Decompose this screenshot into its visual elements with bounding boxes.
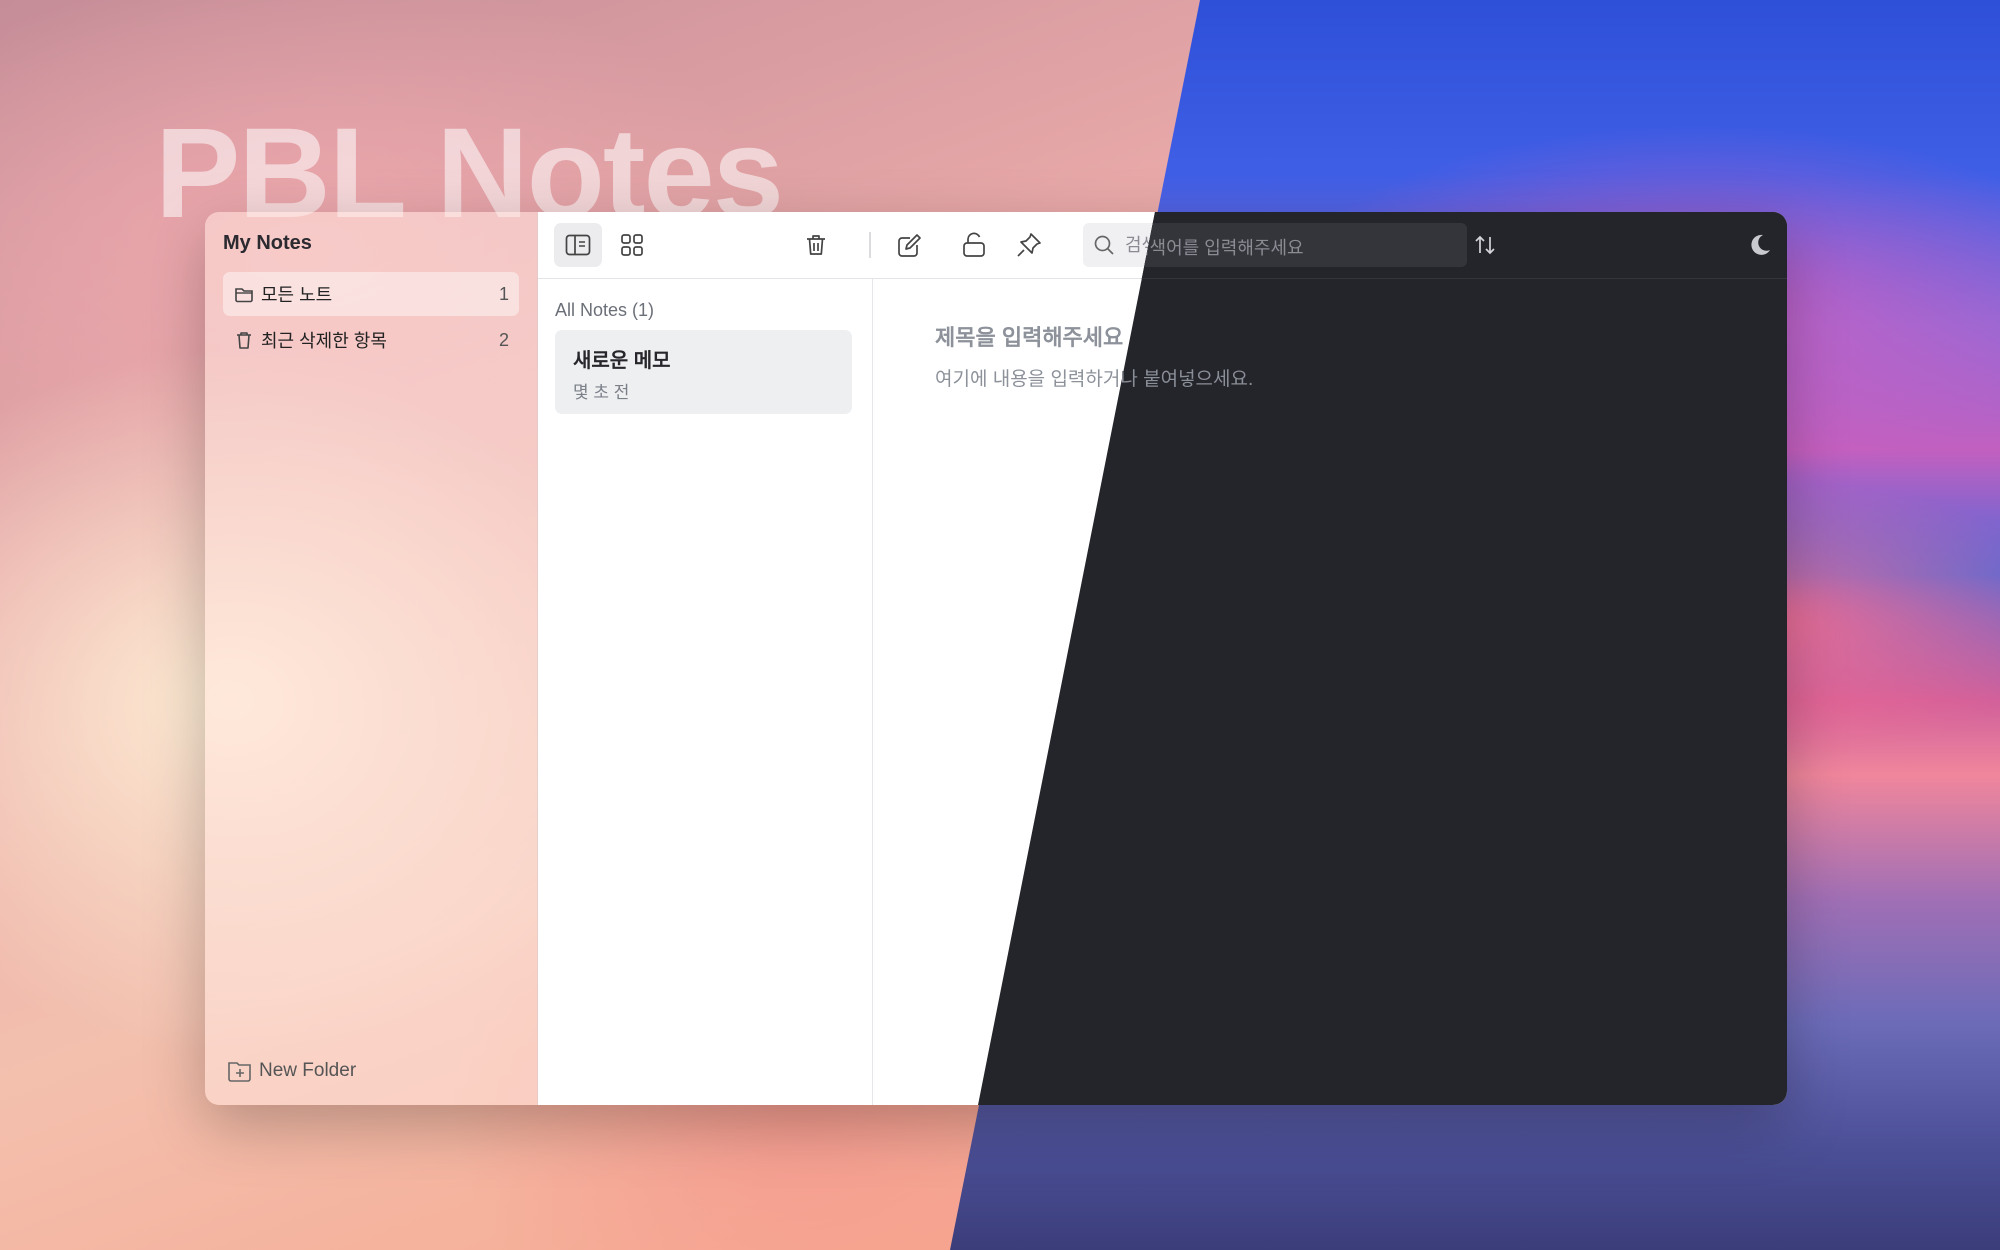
grid-view-button[interactable] xyxy=(608,223,656,267)
grid-view-icon xyxy=(621,234,643,256)
sidebar-title: My Notes xyxy=(223,232,312,254)
new-folder-label: New Folder xyxy=(259,1060,357,1081)
new-folder-button[interactable]: New Folder xyxy=(227,1059,356,1083)
pin-button[interactable] xyxy=(1005,223,1053,267)
toolbar-divider xyxy=(869,232,871,258)
dark-mode-toggle[interactable] xyxy=(1737,223,1781,267)
note-time: 몇 초 전 xyxy=(573,383,630,402)
search-icon xyxy=(1094,235,1114,255)
compose-button[interactable] xyxy=(886,223,934,267)
new-folder-icon xyxy=(228,1062,251,1082)
list-view-icon xyxy=(565,234,591,256)
sort-icon xyxy=(1475,235,1495,255)
compose-icon xyxy=(898,234,921,257)
editor-title-placeholder[interactable]: 제목을 입력해주세요 xyxy=(935,320,1123,352)
note-list-item[interactable]: 새로운 메모 몇 초 전 xyxy=(555,330,852,414)
app-window: My Notes 모든 노트 1 최근 삭제한 항목 2 New Folder … xyxy=(205,212,1787,1105)
trash-icon xyxy=(233,329,255,351)
folder-item-recently-deleted[interactable]: 최근 삭제한 항목 2 xyxy=(223,318,519,362)
lock-icon xyxy=(963,232,985,257)
delete-note-button[interactable] xyxy=(792,223,840,267)
sidebar: My Notes 모든 노트 1 최근 삭제한 항목 2 New Folder xyxy=(205,212,538,1105)
folder-icon xyxy=(233,283,255,305)
folder-count: 1 xyxy=(498,283,509,304)
folder-label: 최근 삭제한 항목 xyxy=(261,331,387,351)
trash-icon xyxy=(807,235,825,255)
sort-button[interactable] xyxy=(1463,223,1507,267)
folder-label: 모든 노트 xyxy=(261,285,333,305)
folder-item-all-notes[interactable]: 모든 노트 1 xyxy=(223,272,519,316)
moon-icon xyxy=(1751,234,1770,255)
note-title: 새로운 메모 xyxy=(573,350,671,372)
folder-count: 2 xyxy=(498,329,509,350)
list-view-button[interactable] xyxy=(554,223,602,267)
note-list-pane: All Notes (1) 새로운 메모 몇 초 전 xyxy=(538,212,873,1105)
lock-button[interactable] xyxy=(950,223,998,267)
note-list-header: All Notes (1) xyxy=(555,300,655,320)
pin-icon xyxy=(1017,233,1041,257)
